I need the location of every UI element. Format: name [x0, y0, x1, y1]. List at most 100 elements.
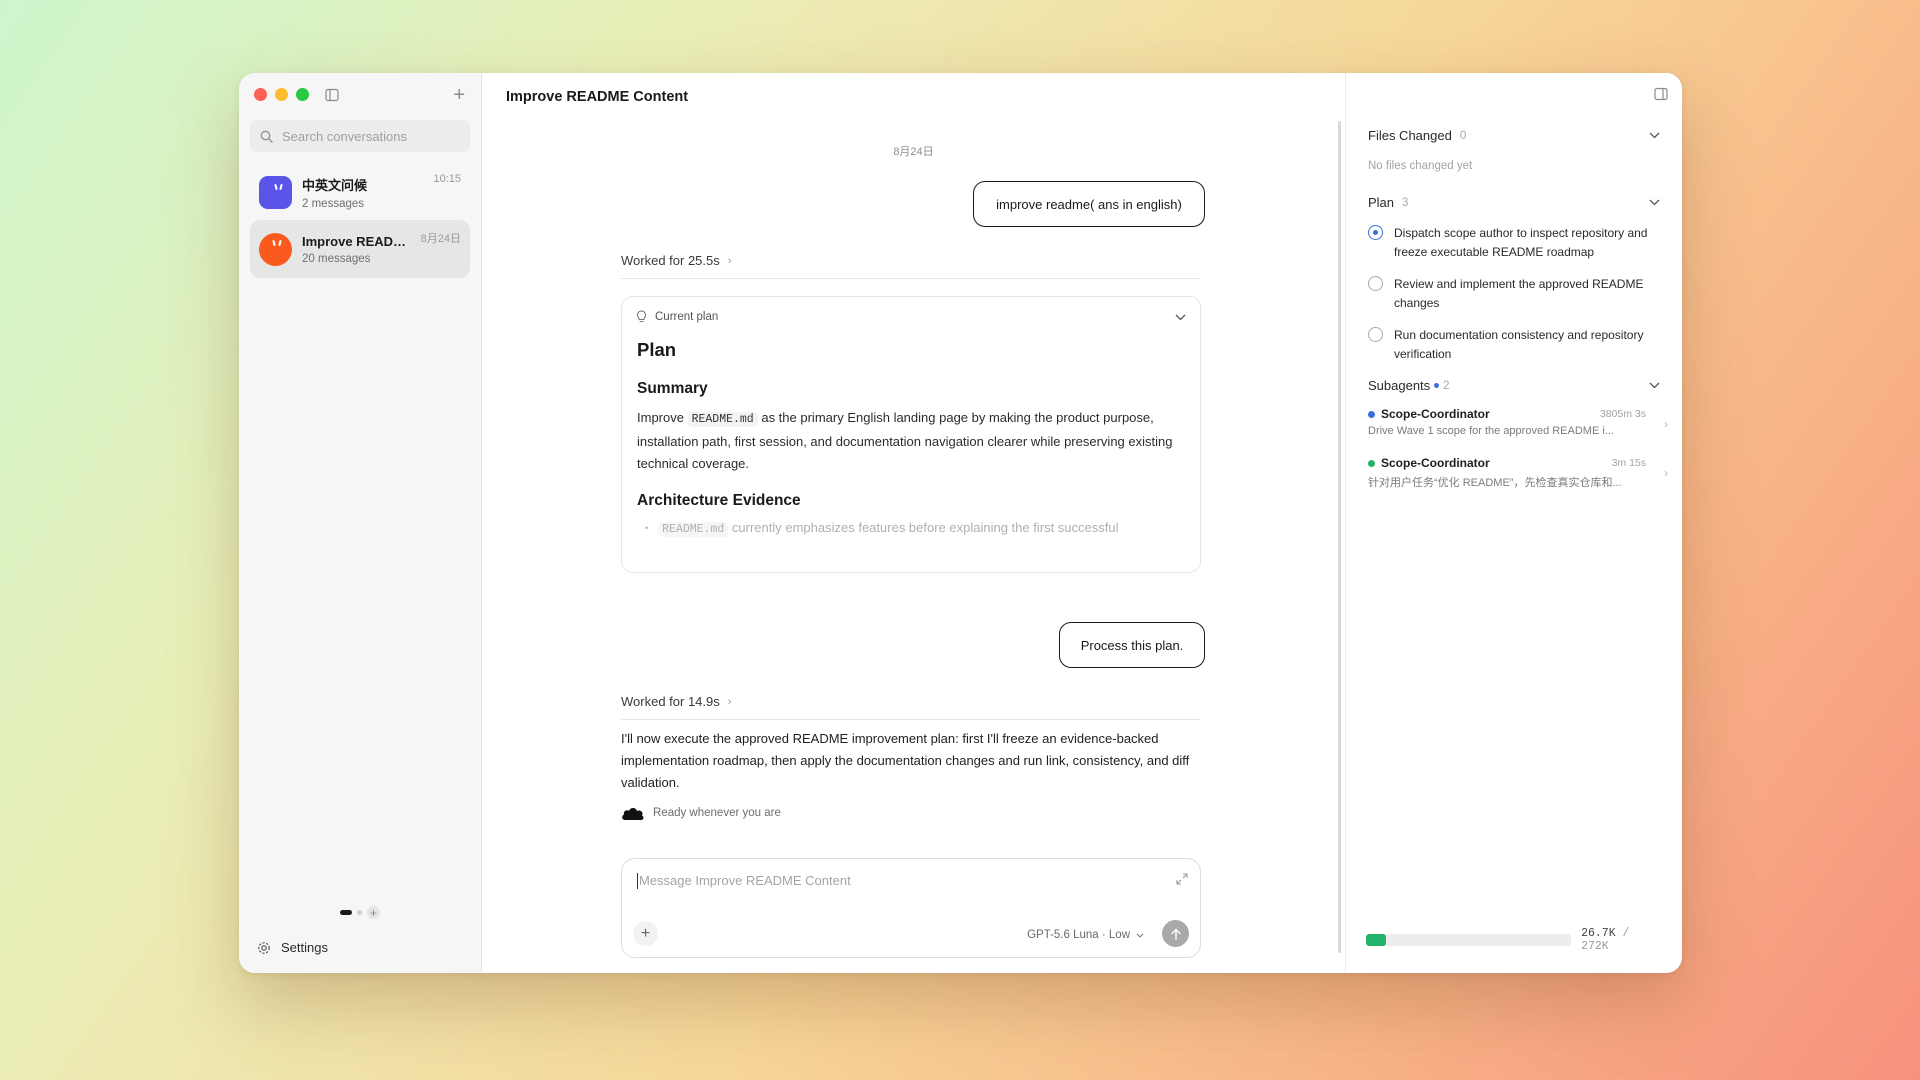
plan-step: Run documentation consistency and reposi… — [1368, 326, 1668, 364]
window-controls — [254, 88, 309, 101]
minimize-window-button[interactable] — [275, 88, 288, 101]
chevron-right-icon: › — [727, 254, 732, 267]
gear-icon — [258, 941, 270, 954]
summary-heading: Summary — [637, 380, 708, 397]
plan-section-header[interactable]: Plan 3 — [1368, 195, 1660, 210]
architecture-evidence-heading: Architecture Evidence — [637, 492, 801, 509]
model-label: GPT-5.6 Luna · Low — [1027, 929, 1130, 941]
worked-duration: Worked for 25.5s — [621, 253, 720, 268]
subagent-item[interactable]: Scope-Coordinator 3m 15s 针对用户任务“优化 READM… — [1368, 456, 1668, 490]
plan-step-text: Dispatch scope author to inspect reposit… — [1394, 226, 1648, 259]
worked-duration: Worked for 14.9s — [621, 694, 720, 709]
files-changed-count: 0 — [1459, 129, 1467, 142]
message-composer[interactable]: Message Improve README Content + GPT-5.6… — [621, 858, 1201, 958]
date-separator: 8月24日 — [893, 146, 934, 158]
page-dot[interactable] — [357, 910, 362, 915]
status-dot-icon — [1368, 459, 1375, 467]
conversation-avatar — [259, 175, 292, 209]
details-panel: Files Changed 0 No files changed yet Pla… — [1346, 73, 1682, 973]
files-changed-label: Files Changed — [1368, 128, 1452, 143]
worked-summary-toggle[interactable]: Worked for 14.9s › — [621, 694, 1201, 720]
plan-step: Dispatch scope author to inspect reposit… — [1368, 224, 1668, 262]
user-message-text: improve readme( ans in english) — [996, 196, 1182, 212]
plan-step-text: Run documentation consistency and reposi… — [1394, 328, 1644, 361]
attach-button[interactable]: + — [633, 921, 658, 946]
lightbulb-icon — [636, 310, 647, 323]
conversation-item[interactable]: 中英文问候 2 messages 10:15 — [250, 163, 470, 221]
chevron-down-icon — [1649, 199, 1660, 206]
plan-step-text: Review and implement the approved README… — [1394, 277, 1644, 310]
inline-code: README.md — [658, 522, 729, 537]
new-conversation-button[interactable]: + — [453, 85, 465, 105]
status-dot-icon — [1368, 410, 1375, 418]
chevron-down-icon — [1136, 933, 1144, 938]
subagent-description: 针对用户任务“优化 README”，先检查真实仓库和... — [1368, 477, 1622, 489]
settings-label: Settings — [281, 940, 328, 955]
user-message-text: Process this plan. — [1080, 637, 1184, 653]
files-changed-header[interactable]: Files Changed 0 — [1368, 128, 1660, 143]
conversation-item-active[interactable]: Improve READM... 20 messages 8月24日 — [250, 220, 470, 278]
evidence-list-item: • README.md currently emphasizes feature… — [645, 520, 1119, 537]
text-cursor — [637, 873, 638, 889]
subagent-item[interactable]: Scope-Coordinator 3805m 3s Drive Wave 1 … — [1368, 407, 1668, 437]
search-input[interactable]: Search conversations — [250, 120, 470, 152]
conversation-title: 中英文问候 — [302, 177, 368, 193]
search-placeholder: Search conversations — [282, 128, 408, 144]
subagents-header[interactable]: Subagents 2 — [1368, 378, 1660, 393]
subagent-duration: 3m 15s — [1611, 457, 1646, 469]
evidence-text: currently emphasizes features before exp… — [731, 520, 1119, 535]
page-dot-active[interactable] — [340, 910, 352, 915]
plan-card-header[interactable]: Current plan — [622, 297, 1200, 337]
running-dot-icon — [1434, 383, 1440, 388]
send-button[interactable] — [1162, 920, 1189, 947]
chevron-right-icon: › — [1664, 417, 1668, 431]
app-window: + Search conversations 中英文问候 2 messages … — [239, 73, 1682, 973]
context-usage-fill — [1366, 934, 1387, 946]
expand-icon[interactable] — [1176, 873, 1188, 885]
status-text: Ready whenever you are — [653, 807, 781, 819]
chevron-down-icon[interactable] — [1175, 314, 1186, 321]
status-indicator: Ready whenever you are — [621, 804, 781, 822]
plan-card: Current plan Plan Summary Improve README… — [621, 296, 1201, 573]
context-total: 272K — [1581, 940, 1609, 953]
search-icon — [260, 130, 273, 143]
scrollbar[interactable] — [1338, 121, 1341, 953]
summary-text-start: Improve — [637, 410, 684, 425]
evidence-list: • README.md currently emphasizes feature… — [637, 520, 1185, 537]
plan-section-label: Plan — [1368, 195, 1395, 210]
plan-heading: Plan — [637, 339, 677, 360]
context-usage-bar — [1366, 934, 1572, 946]
subagent-duration: 3805m 3s — [1599, 408, 1646, 420]
close-window-button[interactable] — [254, 88, 267, 101]
context-used: 26.7K — [1581, 927, 1616, 940]
chevron-down-icon — [1649, 132, 1660, 139]
context-usage: 26.7K / 272K — [1366, 927, 1662, 953]
pending-circle-icon — [1368, 276, 1383, 291]
settings-button[interactable]: Settings — [257, 940, 328, 955]
context-usage-text: 26.7K / 272K — [1581, 927, 1662, 953]
maximize-window-button[interactable] — [296, 88, 309, 101]
plan-section-count: 3 — [1402, 196, 1409, 209]
assistant-message: I'll now execute the approved README imp… — [621, 731, 1190, 790]
panel-toggle-icon[interactable] — [1654, 87, 1668, 101]
cloud-mascot-icon — [622, 808, 644, 821]
add-page-button[interactable]: + — [367, 906, 380, 919]
subagent-name: Scope-Coordinator — [1381, 407, 1490, 421]
subagent-name: Scope-Coordinator — [1381, 456, 1490, 470]
message-input[interactable]: Message Improve README Content — [639, 873, 851, 888]
subagents-label: Subagents — [1368, 378, 1431, 393]
model-selector[interactable]: GPT-5.6 Luna · Low — [1027, 929, 1144, 941]
subagent-description: Drive Wave 1 scope for the approved READ… — [1368, 425, 1614, 437]
conversation-avatar — [259, 232, 292, 266]
files-changed-empty: No files changed yet — [1368, 160, 1473, 172]
conversation-pane: Improve README Content 8月24日 improve rea… — [482, 73, 1346, 973]
conversation-time: 10:15 — [433, 173, 461, 185]
sidebar-toggle-icon[interactable] — [325, 88, 339, 102]
arrow-up-icon — [1170, 927, 1181, 940]
conversation-title: Improve READM... — [302, 233, 414, 249]
worked-summary-toggle[interactable]: Worked for 25.5s › — [621, 253, 1201, 279]
chevron-right-icon: › — [1664, 466, 1668, 480]
summary-paragraph: Improve README.md as the primary English… — [637, 407, 1185, 475]
conversation-message-count: 20 messages — [302, 252, 371, 265]
conversation-time: 8月24日 — [420, 233, 461, 245]
